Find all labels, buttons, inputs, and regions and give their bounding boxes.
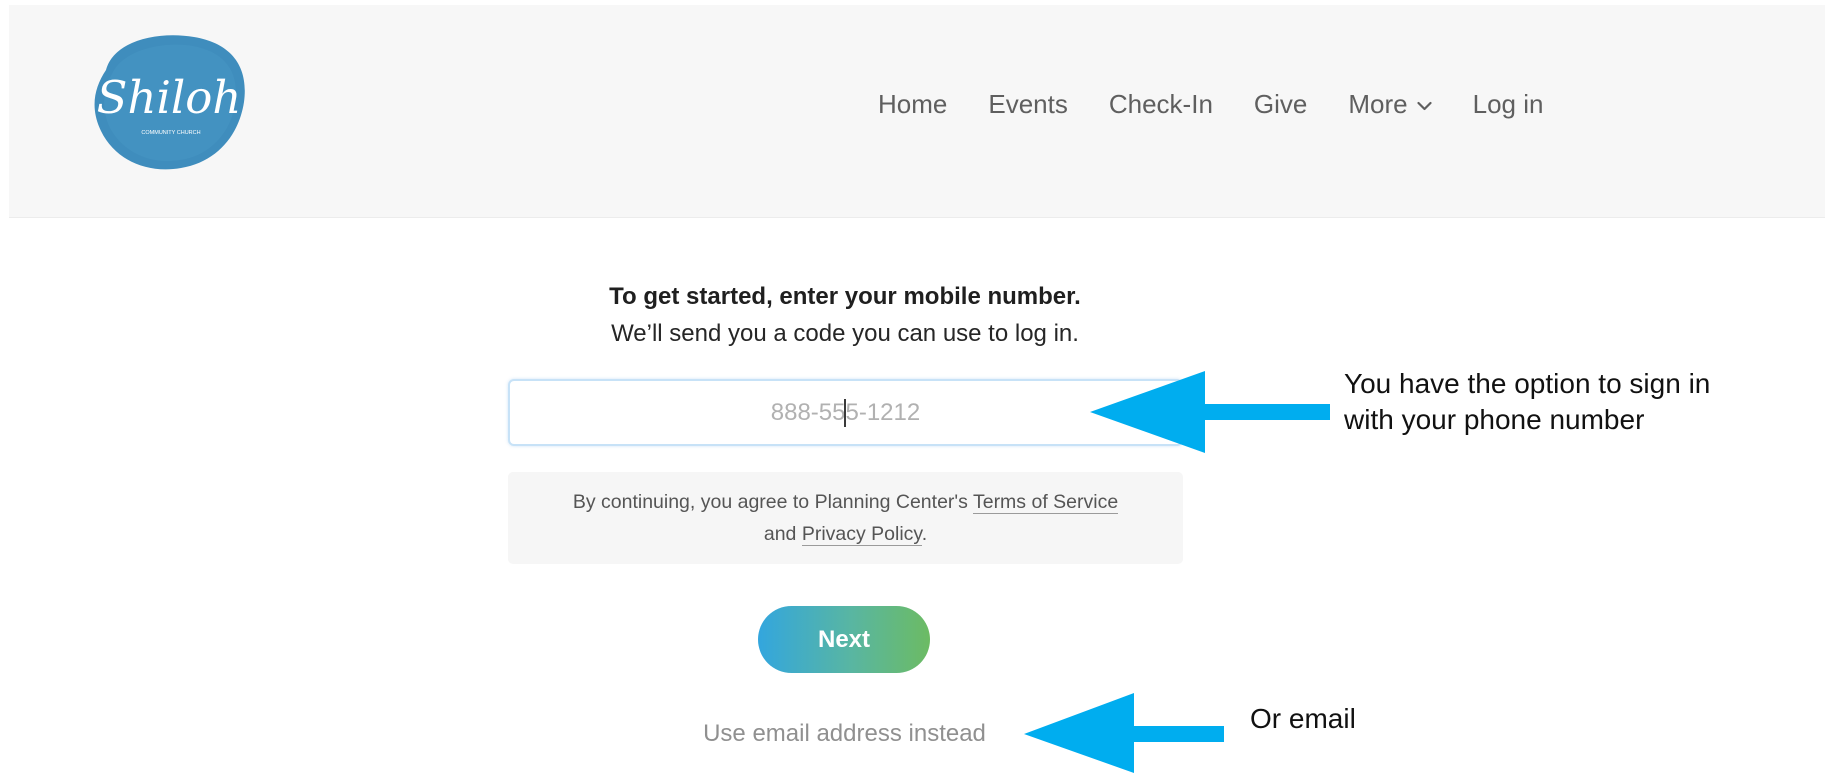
nav-give[interactable]: Give — [1254, 89, 1307, 120]
text-cursor — [844, 399, 846, 427]
email-note: Or email — [1250, 703, 1356, 734]
nav-more-label: More — [1348, 89, 1408, 119]
nav-more-menu[interactable]: More — [1348, 89, 1432, 120]
phone-sign-in-note: You have the option to sign in with your… — [1344, 366, 1710, 438]
login-subtitle: We’ll send you a code you can use to log… — [611, 320, 1079, 347]
annotation-arrow-phone — [1090, 371, 1330, 453]
main-navigation: Home Events Check-In Give More Log in — [878, 89, 1543, 120]
chevron-down-icon — [1417, 101, 1432, 110]
privacy-policy-link[interactable]: Privacy Policy — [801, 523, 922, 546]
use-email-link[interactable]: Use email address instead — [682, 720, 1007, 748]
annotation-arrow-email — [1024, 693, 1224, 773]
phone-note-line-1: You have the option to sign in — [1344, 368, 1711, 399]
login-title: To get started, enter your mobile number… — [609, 283, 1081, 310]
logo-subtitle: COMMUNITY CHURCH — [141, 130, 200, 136]
terms-notice: By continuing, you agree to Planning Cen… — [508, 472, 1183, 564]
logo-wordmark: Shiloh — [97, 71, 242, 124]
terms-prefix: By continuing, you agree to Planning Cen… — [572, 491, 968, 513]
terms-and-text: and — [763, 523, 797, 545]
nav-events[interactable]: Events — [988, 89, 1068, 120]
nav-log-in[interactable]: Log in — [1473, 89, 1544, 120]
nav-home[interactable]: Home — [878, 89, 947, 120]
church-logo[interactable]: Shiloh COMMUNITY CHURCH — [89, 30, 249, 175]
next-button[interactable]: Next — [758, 606, 930, 673]
logo-mark: Shiloh COMMUNITY CHURCH — [94, 35, 245, 170]
site-header: Shiloh COMMUNITY CHURCH Home Events Chec… — [9, 5, 1825, 218]
terms-period: . — [921, 523, 928, 545]
phone-note-line-2: with your phone number — [1344, 404, 1645, 435]
terms-of-service-link[interactable]: Terms of Service — [972, 491, 1119, 514]
nav-check-in[interactable]: Check-In — [1109, 89, 1213, 120]
